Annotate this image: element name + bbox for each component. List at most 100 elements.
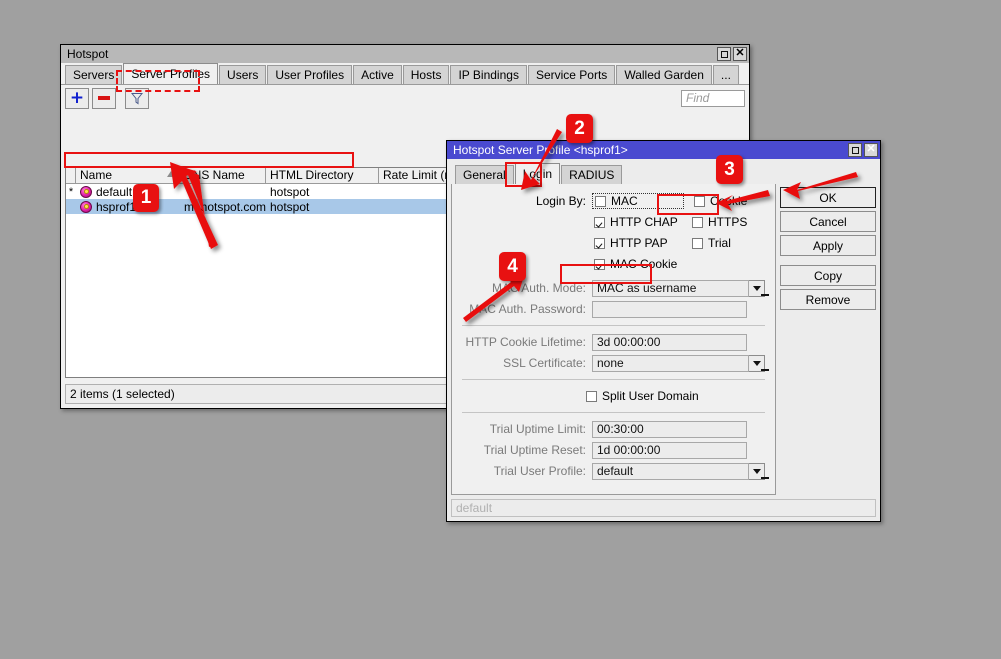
column-header-dns-name[interactable]: DNS Name [180, 168, 266, 183]
http-pap-checkbox[interactable] [594, 238, 605, 249]
tab-servers[interactable]: Servers [65, 65, 122, 84]
tab-general[interactable]: General [455, 165, 514, 184]
cookie-checkbox[interactable] [694, 196, 705, 207]
hotspot-toolbar: + Find [61, 85, 749, 111]
tab-login[interactable]: Login [515, 163, 560, 184]
copy-button[interactable]: Copy [780, 265, 876, 286]
trial-user-profile-label: Trial User Profile: [462, 464, 592, 478]
row-name: default [76, 184, 180, 199]
http-chap-checkbox[interactable] [594, 217, 605, 228]
trial-uptime-reset-row: Trial Uptime Reset: 1d 00:00:00 [462, 441, 765, 459]
mac-cookie-checkbox[interactable] [594, 259, 605, 270]
mac-checkbox-group[interactable]: MAC [592, 193, 684, 209]
login-by-row-3: HTTP PAP Trial [462, 234, 765, 252]
mac-auth-mode-row: MAC Auth. Mode: MAC as username [462, 279, 765, 297]
restore-icon[interactable] [717, 47, 731, 61]
annotation-badge-4: 4 [499, 252, 526, 281]
split-user-domain-checkbox[interactable] [586, 391, 597, 402]
chevron-down-icon[interactable] [749, 463, 765, 480]
trial-label: Trial [708, 236, 731, 250]
http-chap-checkbox-group[interactable]: HTTP CHAP [592, 215, 682, 229]
trial-uptime-limit-label: Trial Uptime Limit: [462, 422, 592, 436]
ok-button[interactable]: OK [780, 187, 876, 208]
dialog-tabstrip: General Login RADIUS [447, 159, 880, 184]
hotspot-window-title: Hotspot [67, 47, 717, 61]
https-label: HTTPS [708, 215, 747, 229]
dialog-title: Hotspot Server Profile <hsprof1> [453, 143, 848, 157]
hotspot-window-titlebar[interactable]: Hotspot ✕ [61, 45, 749, 63]
dialog-titlebar[interactable]: Hotspot Server Profile <hsprof1> ✕ [447, 141, 880, 159]
http-cookie-lifetime-field[interactable]: 3d 00:00:00 [592, 334, 747, 351]
mac-auth-password-field[interactable] [592, 301, 747, 318]
restore-icon[interactable] [848, 143, 862, 157]
https-checkbox[interactable] [692, 217, 703, 228]
tab-users[interactable]: Users [219, 65, 266, 84]
ssl-certificate-row: SSL Certificate: none [462, 354, 765, 372]
hotspot-profile-icon [80, 186, 92, 198]
http-pap-checkbox-group[interactable]: HTTP PAP [592, 236, 682, 250]
ssl-certificate-value[interactable]: none [592, 355, 749, 372]
chevron-down-icon[interactable] [749, 355, 765, 372]
trial-user-profile-row: Trial User Profile: default [462, 462, 765, 480]
hotspot-window-controls: ✕ [717, 47, 747, 61]
trial-checkbox[interactable] [692, 238, 703, 249]
dialog-body: General Login RADIUS Login By: MAC Cooki… [447, 159, 880, 521]
cookie-checkbox-group[interactable]: Cookie [694, 194, 747, 208]
close-icon[interactable]: ✕ [733, 47, 747, 61]
apply-button[interactable]: Apply [780, 235, 876, 256]
annotation-badge-1: 1 [133, 184, 159, 212]
tab-user-profiles[interactable]: User Profiles [267, 65, 352, 84]
tab-hosts[interactable]: Hosts [403, 65, 450, 84]
mac-auth-mode-label: MAC Auth. Mode: [462, 281, 592, 295]
https-checkbox-group[interactable]: HTTPS [692, 215, 747, 229]
filter-icon[interactable] [125, 88, 149, 109]
cancel-button[interactable]: Cancel [780, 211, 876, 232]
remove-button[interactable]: Remove [780, 289, 876, 310]
trial-uptime-limit-field[interactable]: 00:30:00 [592, 421, 747, 438]
http-cookie-lifetime-label: HTTP Cookie Lifetime: [462, 335, 592, 349]
tab-more[interactable]: ... [713, 65, 739, 84]
trial-uptime-reset-label: Trial Uptime Reset: [462, 443, 592, 457]
tab-active[interactable]: Active [353, 65, 402, 84]
mac-auth-mode-value[interactable]: MAC as username [592, 280, 749, 297]
column-header-name[interactable]: Name [76, 168, 180, 183]
dialog-statusbar: default [451, 499, 876, 517]
tab-ip-bindings[interactable]: IP Bindings [450, 65, 527, 84]
trial-uptime-limit-row: Trial Uptime Limit: 00:30:00 [462, 420, 765, 438]
trial-uptime-reset-field[interactable]: 1d 00:00:00 [592, 442, 747, 459]
trial-checkbox-group[interactable]: Trial [692, 236, 731, 250]
http-cookie-lifetime-row: HTTP Cookie Lifetime: 3d 00:00:00 [462, 333, 765, 351]
mac-auth-password-row: MAC Auth. Password: [462, 300, 765, 318]
row-dns-name [180, 184, 266, 199]
remove-icon[interactable] [92, 88, 116, 109]
tab-server-profiles[interactable]: Server Profiles [123, 63, 218, 84]
dialog-button-column: OK Cancel Apply Copy Remove [780, 187, 876, 313]
split-user-domain-row[interactable]: Split User Domain [586, 387, 765, 405]
cookie-label: Cookie [710, 194, 747, 208]
add-icon[interactable]: + [65, 88, 89, 109]
chevron-down-icon[interactable] [749, 280, 765, 297]
hotspot-profile-icon [80, 201, 92, 213]
column-header-flag [66, 168, 76, 183]
tab-service-ports[interactable]: Service Ports [528, 65, 615, 84]
http-pap-label: HTTP PAP [610, 236, 668, 250]
ssl-certificate-label: SSL Certificate: [462, 356, 592, 370]
row-dns-name: mi-hotspot.com [180, 199, 266, 214]
search-input[interactable]: Find [681, 90, 745, 107]
login-by-label: Login By: [462, 194, 592, 208]
close-icon[interactable]: ✕ [864, 143, 878, 157]
divider [462, 412, 765, 413]
trial-user-profile-value[interactable]: default [592, 463, 749, 480]
mac-cookie-checkbox-group[interactable]: MAC Cookie [592, 257, 682, 271]
column-header-html-directory[interactable]: HTML Directory [266, 168, 379, 183]
row-name: hsprof1 [76, 199, 180, 214]
sort-ascending-icon [167, 171, 175, 177]
dialog-window-controls: ✕ [848, 143, 878, 157]
mac-checkbox[interactable] [595, 196, 606, 207]
row-flag [66, 199, 76, 214]
tab-radius[interactable]: RADIUS [561, 165, 622, 184]
login-tab-panel: Login By: MAC Cookie HTTP CHAP [451, 184, 776, 495]
http-chap-label: HTTP CHAP [610, 215, 678, 229]
tab-walled-garden[interactable]: Walled Garden [616, 65, 712, 84]
divider [462, 325, 765, 326]
